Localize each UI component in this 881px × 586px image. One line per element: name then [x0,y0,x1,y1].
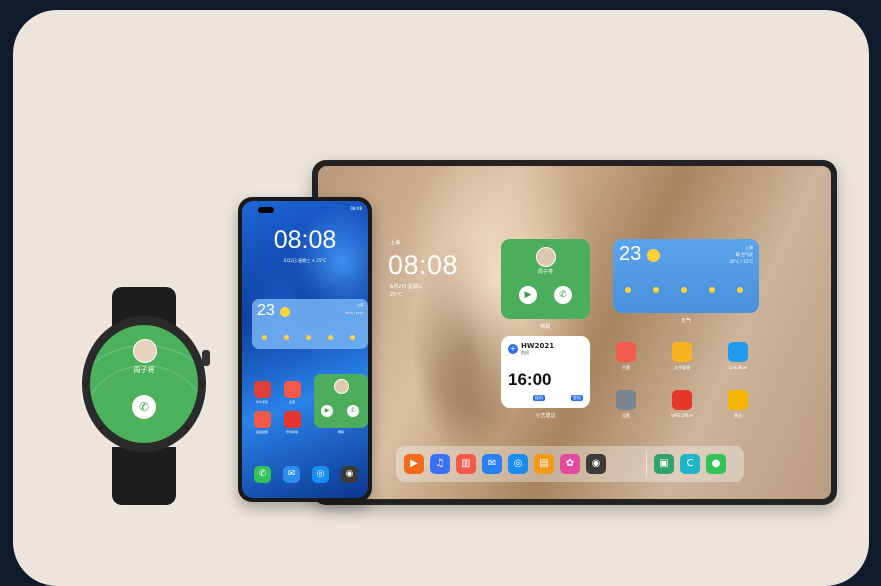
flight-widget-label: 小艺建议 [535,413,556,419]
camera-cutout [258,207,274,213]
sun-icon [647,249,660,262]
tablet-temperature: 25°C [390,292,403,298]
theme-app-label: 主题 [622,365,630,370]
theme-app-label: 主题 [288,400,295,404]
weather-city: 上海 [745,245,753,250]
browser-app-icon[interactable]: ◎ [312,466,329,483]
watch-face: 周子将 ✆ [90,325,198,443]
link-now-app-icon[interactable] [728,342,748,362]
plane-icon: + [508,344,518,354]
weather-widget-label: 天气 [680,318,691,324]
huawei-phone-app-icon[interactable] [254,381,271,398]
huawei-phone-app-label: 华为手机 [255,400,268,404]
gallery-app-icon[interactable]: ✿ [560,454,580,474]
store-app-icon[interactable] [284,411,301,428]
tablet-screen: 上海 08:08 6月2日 星期三 25°C 周子将 ▶ ✆ 畅联 23 上海 … [318,166,831,499]
phone-call-icon[interactable]: ✆ [347,405,359,417]
phone-contact-widget-label: 畅联 [337,430,344,434]
forecast-sun-icon [306,335,311,340]
messages-app-icon[interactable]: ✉ [283,466,300,483]
canva-app-icon[interactable]: C [680,454,700,474]
chat-app-icon[interactable]: ● [706,454,726,474]
link-now-app-label: Link Now [728,365,748,370]
browser-app-icon[interactable]: ◎ [508,454,528,474]
wps-app-label: WPS Office [671,413,693,418]
forecast-sun-icon [737,287,743,293]
weather-desc: 晴 空气优 [735,252,753,257]
settings-app-label: 设置 [622,413,630,418]
contact-avatar [334,379,349,394]
phone-weather-city: 上海 [356,303,363,307]
boarding-tag[interactable]: 登机 [571,395,583,401]
phone-date: 6月2日 星期三 ☀ 25°C [283,258,327,263]
tablet-clock: 08:08 [388,250,459,280]
store-app-label: 华为商城 [285,430,298,434]
contact-widget[interactable]: 周子将 ▶ ✆ [501,239,590,319]
weather-temp: 23 [619,243,642,265]
phone-weather-widget[interactable]: 23 上海 26°C / 15°C [252,299,368,349]
phone-weather-range: 26°C / 15°C [345,311,363,315]
contact-name: 周子将 [537,269,553,275]
files-app-icon[interactable] [672,342,692,362]
sun-icon [280,307,290,317]
answer-call-icon[interactable]: ✆ [132,395,156,419]
wps-app-icon[interactable] [672,390,692,410]
forecast-sun-icon [681,287,687,293]
phone-contact-widget[interactable]: ▶ ✆ [314,374,368,428]
theme-app-icon[interactable] [284,381,301,398]
background-card: 上海 08:08 6月2日 星期三 25°C 周子将 ▶ ✆ 畅联 23 上海 … [13,10,869,586]
caller-avatar [133,339,157,363]
notes-app-label: 备忘 [734,413,742,418]
office-app-icon[interactable]: ▤ [534,454,554,474]
forecast-sun-icon [350,335,355,340]
forecast-sun-icon [262,335,267,340]
flight-subtitle: 航班 [521,350,529,355]
forecast-sun-icon [328,335,333,340]
phone-app-icon[interactable]: ✆ [254,466,271,483]
weather-widget[interactable]: 23 上海 晴 空气优 26°C / 15°C [613,239,759,313]
flight-widget[interactable]: + HW2021 航班 16:00 值机 登机 [501,336,590,408]
phone-device: 08:08 08:08 6月2日 星期三 ☀ 25°C 23 上海 26°C /… [238,197,372,502]
books-app-icon[interactable]: ▥ [456,454,476,474]
phone-screen: 08:08 08:08 6月2日 星期三 ☀ 25°C 23 上海 26°C /… [242,201,368,498]
tablet-city: 上海 [390,240,401,246]
forecast-sun-icon [653,287,659,293]
video-call-icon[interactable]: ▶ [519,286,537,304]
theme-app-icon[interactable] [616,342,636,362]
flight-title: HW2021 [521,342,555,350]
contact-avatar [536,247,556,267]
dock-separator [646,452,647,476]
phone-call-icon[interactable]: ✆ [554,286,572,304]
watch-strap-bottom [112,447,176,505]
tablet-dock: ▶ ♫ ▥ ✉ ◎ ▤ ✿ ◉ ▣ C ● [396,446,744,482]
tablet-device: 上海 08:08 6月2日 星期三 25°C 周子将 ▶ ✆ 畅联 23 上海 … [312,160,837,505]
notes-app-icon[interactable] [728,390,748,410]
forecast-sun-icon [709,287,715,293]
weather-range: 26°C / 15°C [729,259,753,264]
caller-name: 周子将 [133,366,155,374]
camera-app-icon[interactable]: ◉ [341,466,358,483]
music-app-icon[interactable]: ♫ [430,454,450,474]
phone-clock: 08:08 [273,226,337,254]
phone-status-time: 08:08 [350,206,362,211]
contact-widget-label: 畅联 [540,324,551,330]
health-app-icon[interactable] [254,411,271,428]
settings-app-icon[interactable] [616,390,636,410]
projection-app-icon[interactable]: ▣ [654,454,674,474]
phone-weather-temp: 23 [257,302,275,319]
checkin-tag[interactable]: 值机 [533,395,545,401]
forecast-sun-icon [625,287,631,293]
tablet-date: 6月2日 星期三 [390,284,423,290]
health-app-label: 运动健康 [255,430,268,434]
files-app-label: 文件管理 [674,365,690,370]
video-app-icon[interactable]: ▶ [404,454,424,474]
mail-app-icon[interactable]: ✉ [482,454,502,474]
camera-app-icon[interactable]: ◉ [586,454,606,474]
forecast-sun-icon [284,335,289,340]
flight-time: 16:00 [508,370,552,389]
video-call-icon[interactable]: ▶ [321,405,333,417]
